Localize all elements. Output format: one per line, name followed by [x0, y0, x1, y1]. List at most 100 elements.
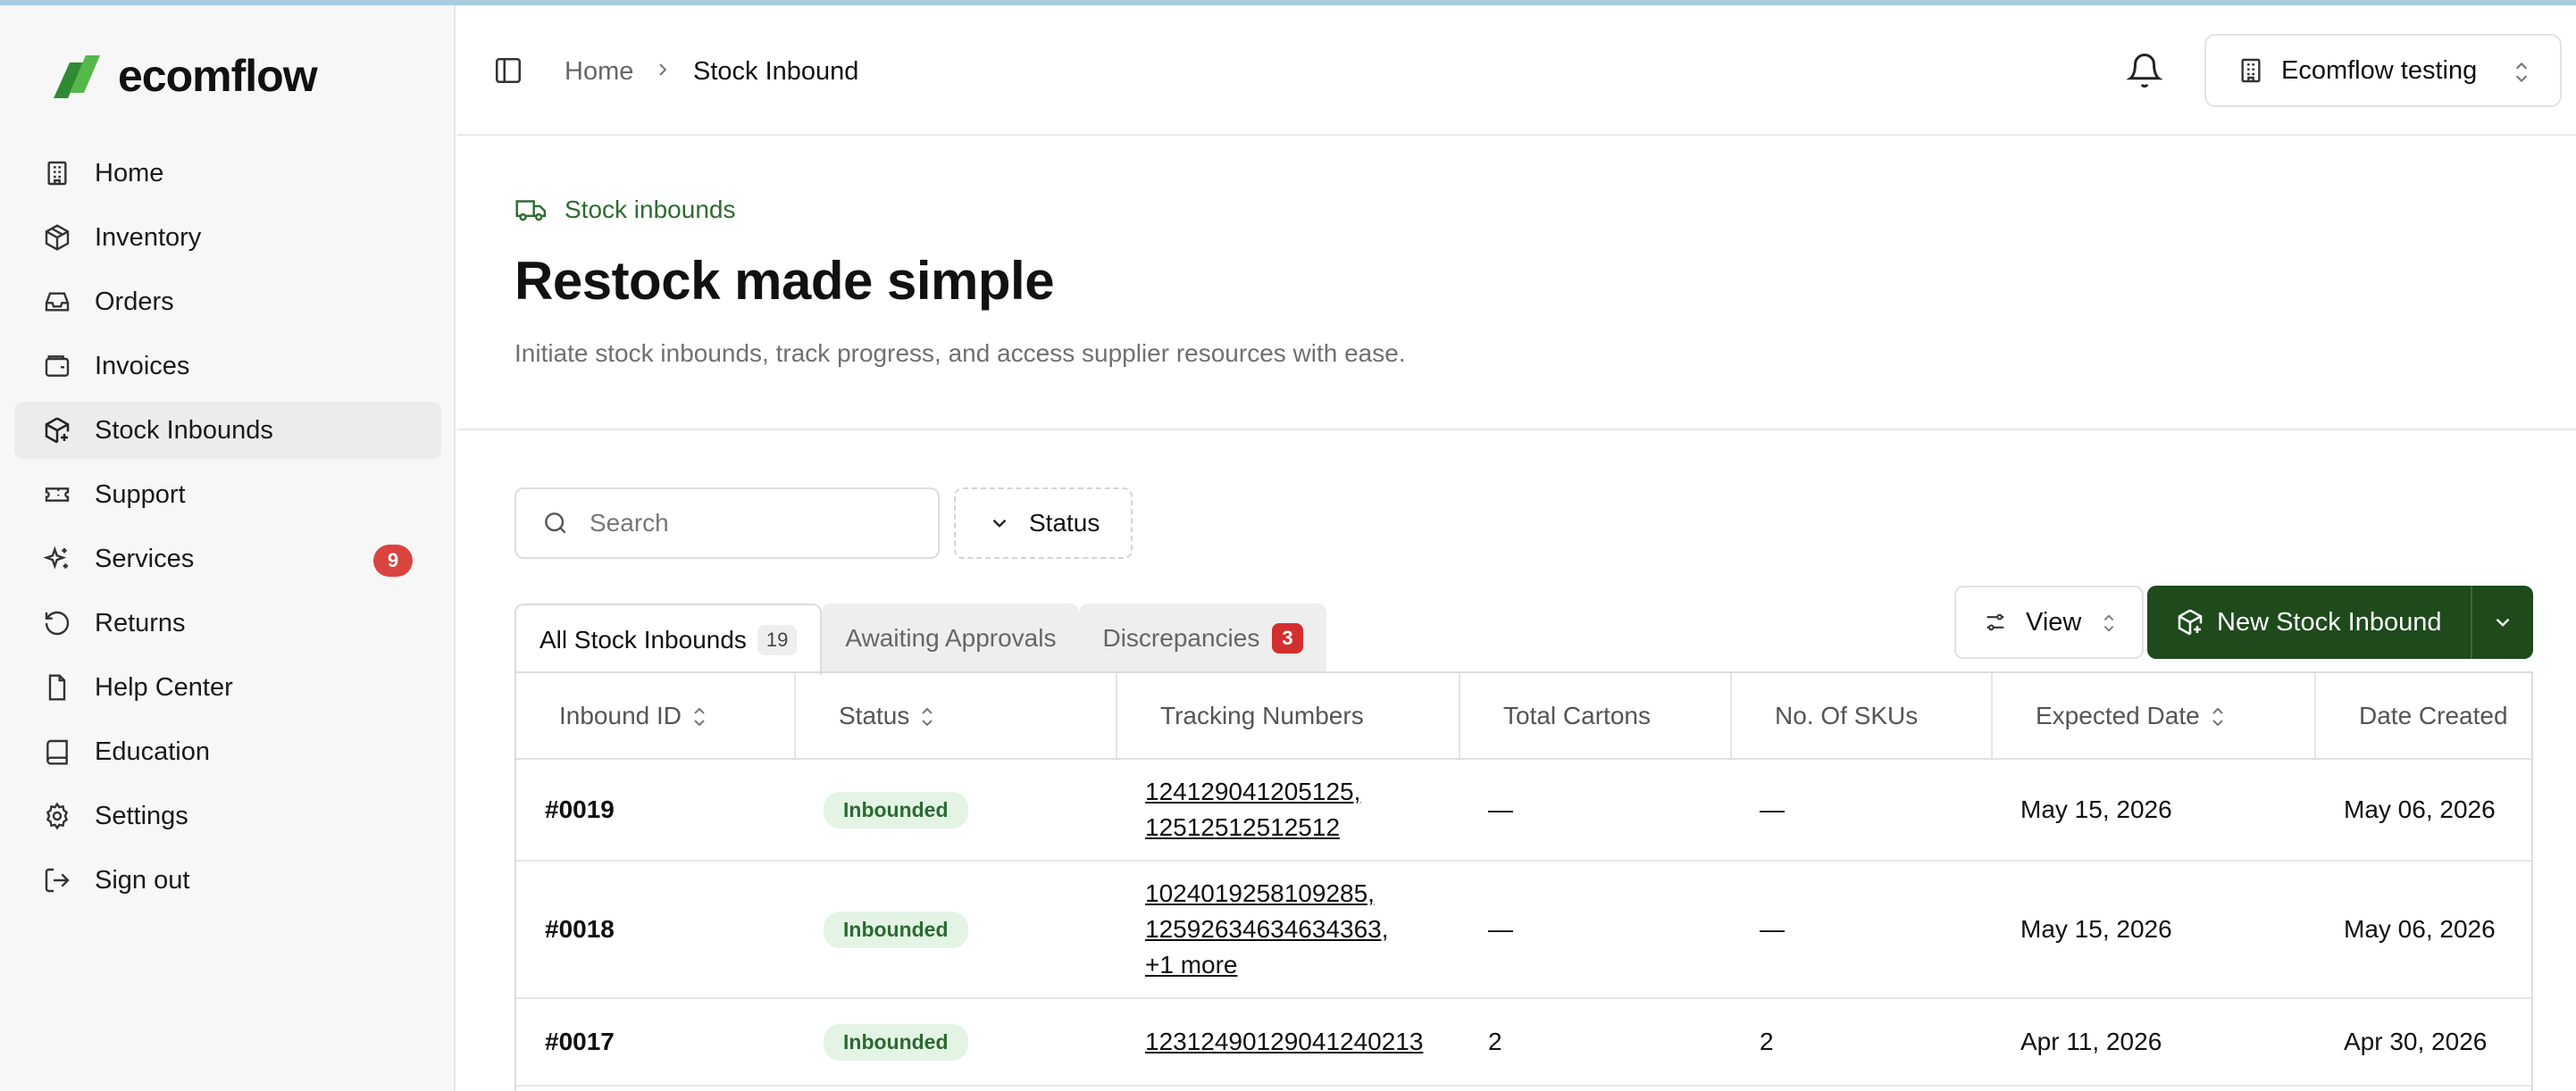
inbox-icon	[45, 292, 70, 312]
tab-awaiting-approvals[interactable]: Awaiting Approvals	[822, 604, 1080, 673]
chevron-down-icon	[992, 519, 1007, 528]
search-icon	[545, 512, 566, 534]
sku-count: —	[1731, 861, 1992, 999]
inbound-id[interactable]: #0019	[516, 759, 795, 862]
tracking-cell: 1024019258109285, 12592634634634363, +1 …	[1117, 861, 1459, 999]
breadcrumb-home[interactable]: Home	[565, 57, 633, 87]
tab-label: All Stock Inbounds	[539, 626, 747, 654]
tracking-link[interactable]: 12592634634634363,	[1145, 912, 1459, 947]
app-logo[interactable]: ecomflow	[50, 46, 318, 105]
book-icon	[46, 739, 68, 765]
column-header-expected-date[interactable]: Expected Date	[1992, 673, 2316, 760]
file-icon	[48, 674, 66, 701]
expected-date: Apr 11, 2026	[1992, 998, 2315, 1087]
tracking-cell: 12312490129041240213	[1117, 998, 1459, 1087]
column-header-status[interactable]: Status	[795, 673, 1117, 760]
status-cell: Inbounded	[795, 861, 1117, 999]
building-icon	[2241, 58, 2261, 83]
column-header-total-cartons: Total Cartons	[1459, 673, 1732, 760]
discrepancies-count-badge: 3	[1272, 623, 1303, 654]
table-row[interactable]: #0017 Inbounded 12312490129041240213 2 2…	[516, 998, 2531, 1087]
sidebar-item-help-center[interactable]: Help Center	[14, 659, 441, 716]
chevron-down-icon	[2496, 618, 2510, 627]
sidebar-item-support[interactable]: Support	[14, 466, 441, 523]
chevrons-up-down-icon	[2515, 62, 2528, 83]
new-stock-inbound-menu-button[interactable]	[2472, 586, 2533, 659]
building-icon	[47, 161, 67, 186]
tab-label: Awaiting Approvals	[845, 624, 1057, 652]
gear-icon	[46, 802, 69, 830]
status-badge: Inbounded	[824, 911, 968, 948]
sidebar-item-label: Invoices	[95, 351, 190, 380]
sidebar-item-settings[interactable]: Settings	[14, 787, 441, 845]
ticket-icon	[45, 487, 70, 502]
sidebar: ecomflow Home Inventory Orders Invoices …	[0, 5, 456, 1091]
sidebar-item-inventory[interactable]: Inventory	[14, 209, 441, 266]
wallet-icon	[45, 355, 70, 377]
sidebar-item-label: Returns	[95, 608, 186, 637]
tracking-link[interactable]: 12512512512512	[1145, 810, 1459, 845]
column-header-inbound-id[interactable]: Inbound ID	[516, 673, 796, 760]
section-eyebrow: Stock inbounds	[514, 195, 735, 225]
organization-name: Ecomflow testing	[2281, 55, 2478, 85]
status-filter-button[interactable]: Status	[954, 487, 1133, 559]
page-subtitle: Initiate stock inbounds, track progress,…	[514, 339, 1406, 367]
tracking-link[interactable]: 124129041205125,	[1145, 774, 1459, 810]
sidebar-item-home[interactable]: Home	[14, 145, 441, 202]
sparkles-icon	[43, 546, 68, 570]
logo-text: ecomflow	[118, 51, 318, 101]
page-title: Restock made simple	[514, 251, 1055, 311]
total-cartons: —	[1459, 861, 1731, 999]
bell-icon[interactable]	[2126, 52, 2163, 89]
truck-icon	[515, 200, 547, 221]
sku-count: —	[1731, 759, 1992, 862]
log-out-icon	[45, 868, 70, 893]
new-stock-inbound-label: New Stock Inbound	[2217, 607, 2442, 637]
header-divider	[457, 429, 2576, 430]
sidebar-nav: Home Inventory Orders Invoices Stock Inb…	[14, 145, 441, 916]
services-count-badge: 9	[373, 545, 413, 577]
tab-all-stock-inbounds[interactable]: All Stock Inbounds 19	[514, 604, 823, 675]
date-created: May 06, 2026	[2315, 759, 2531, 862]
tracking-link[interactable]: 12312490129041240213	[1145, 1024, 1459, 1060]
sidebar-item-invoices[interactable]: Invoices	[14, 337, 441, 395]
inbound-tabs: All Stock Inbounds 19 Awaiting Approvals…	[514, 604, 1326, 675]
breadcrumb-current: Stock Inbound	[693, 57, 859, 86]
sidebar-item-stock-inbounds[interactable]: Stock Inbounds	[14, 402, 441, 459]
status-badge: Inbounded	[824, 791, 968, 829]
sidebar-item-label: Settings	[95, 801, 188, 830]
sort-icon	[694, 707, 705, 727]
inbound-id[interactable]: #0017	[516, 998, 795, 1087]
organization-switcher[interactable]: Ecomflow testing	[2204, 34, 2562, 107]
search-input[interactable]	[590, 509, 911, 537]
sidebar-item-orders[interactable]: Orders	[14, 273, 441, 330]
sidebar-item-sign-out[interactable]: Sign out	[14, 852, 441, 909]
sidebar-item-services[interactable]: Services 9	[14, 530, 441, 587]
column-header-date-created: Date Created	[2315, 673, 2531, 760]
tab-discrepancies[interactable]: Discrepancies 3	[1079, 604, 1326, 673]
sliders-icon	[1986, 613, 2004, 631]
column-header-tracking-numbers: Tracking Numbers	[1117, 673, 1460, 760]
sidebar-item-education[interactable]: Education	[14, 723, 441, 780]
status-cell: Inbounded	[795, 759, 1117, 862]
table-row[interactable]	[516, 1086, 2531, 1091]
sort-icon	[922, 707, 933, 727]
table-row[interactable]: #0019 Inbounded 124129041205125, 1251251…	[516, 759, 2531, 862]
chevron-right-icon	[659, 63, 667, 76]
inbound-id[interactable]: #0018	[516, 861, 795, 999]
sidebar-item-label: Services	[95, 544, 195, 573]
view-label: View	[2026, 607, 2082, 637]
tracking-more-link[interactable]: +1 more	[1145, 947, 1459, 983]
table-row[interactable]: #0018 Inbounded 1024019258109285, 125926…	[516, 861, 2531, 999]
total-cartons: 2	[1459, 998, 1731, 1087]
new-stock-inbound-button[interactable]: New Stock Inbound	[2147, 586, 2472, 659]
status-cell: Inbounded	[795, 998, 1117, 1087]
tracking-link[interactable]: 1024019258109285,	[1145, 876, 1459, 912]
sidebar-item-label: Education	[95, 737, 210, 766]
panel-toggle-icon[interactable]	[493, 55, 523, 86]
tab-count-badge: 19	[757, 625, 798, 655]
sidebar-item-label: Support	[95, 479, 186, 509]
view-options-button[interactable]: View	[1954, 586, 2144, 659]
search-box[interactable]	[514, 487, 940, 559]
sidebar-item-returns[interactable]: Returns	[14, 595, 441, 652]
